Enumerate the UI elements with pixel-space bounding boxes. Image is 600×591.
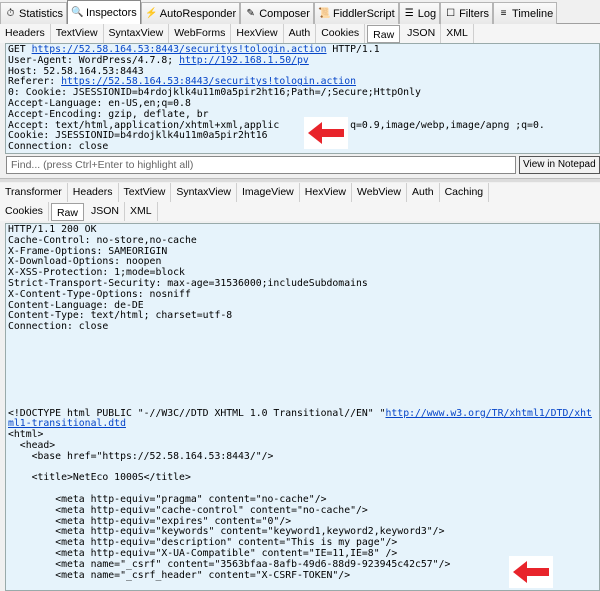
response-tabs-row2: Cookies Raw JSON XML	[0, 202, 600, 221]
splitter[interactable]	[0, 178, 600, 182]
script-icon: 📜	[318, 7, 331, 19]
tab-textview[interactable]: TextView	[119, 183, 172, 202]
tab-label: Timeline	[512, 7, 554, 20]
find-input[interactable]: Find... (press Ctrl+Enter to highlight a…	[6, 156, 516, 174]
tab-label: Filters	[459, 7, 490, 20]
tab-hexview[interactable]: HexView	[231, 24, 284, 43]
tab-log[interactable]: ☰ Log	[398, 2, 441, 24]
tab-syntaxview[interactable]: SyntaxView	[104, 24, 170, 43]
tab-headers[interactable]: Headers	[0, 24, 51, 43]
lightning-icon: ⚡	[145, 7, 158, 19]
request-line: Connection: close	[8, 141, 597, 153]
red-arrow-icon	[304, 117, 348, 149]
url-link[interactable]: https://52.58.164.53:8443/securitys!tolo…	[32, 44, 327, 55]
line-text: Accept-Language: en-US,en;q=0.8	[8, 97, 191, 109]
magnifier-icon: 🔍	[71, 6, 84, 18]
tab-webforms[interactable]: WebForms	[169, 24, 232, 43]
tab-webview[interactable]: WebView	[352, 183, 407, 202]
line-text: Accept: text/html,application/xhtml+xml,…	[8, 119, 545, 131]
tab-transformer[interactable]: Transformer	[0, 183, 68, 202]
tab-hexview[interactable]: HexView	[300, 183, 353, 202]
line-text: Host: 52.58.164.53:8443	[8, 65, 144, 77]
url-link[interactable]: https://52.58.164.53:8443/securitys!tolo…	[61, 76, 356, 87]
pencil-icon: ✎	[246, 7, 255, 19]
tab-label: AutoResponder	[159, 7, 237, 20]
tab-xml[interactable]: XML	[125, 202, 158, 221]
tab-label: Composer	[259, 7, 310, 20]
stopwatch-icon: ⏱	[6, 7, 15, 19]
response-body: <html> <head> <base href="https://52.58.…	[8, 429, 451, 581]
tab-cookies[interactable]: Cookies	[316, 24, 366, 43]
tab-json[interactable]: JSON	[402, 24, 442, 43]
tab-label: Inspectors	[86, 6, 137, 19]
tab-caching[interactable]: Caching	[440, 183, 490, 202]
tab-cookies[interactable]: Cookies	[0, 202, 49, 221]
response-raw-view[interactable]: HTTP/1.1 200 OK Cache-Control: no-store,…	[5, 223, 600, 591]
tab-headers[interactable]: Headers	[68, 183, 119, 202]
line-text: Connection: close	[8, 141, 109, 153]
tab-syntaxview[interactable]: SyntaxView	[171, 183, 237, 202]
line-text: GET	[8, 44, 32, 55]
request-tabs: Headers TextView SyntaxView WebForms HexView…	[0, 24, 600, 43]
response-headers: HTTP/1.1 200 OK Cache-Control: no-store,…	[8, 224, 368, 333]
tab-label: FiddlerScript	[332, 7, 395, 20]
log-icon: ☰	[404, 7, 414, 19]
request-raw-view[interactable]: GET https://52.58.164.53:8443/securitys!…	[5, 43, 600, 154]
doctype-text: <!DOCTYPE html PUBLIC "-//W3C//DTD XHTML…	[8, 407, 386, 419]
tab-statistics[interactable]: ⏱ Statistics	[0, 2, 68, 24]
url-link[interactable]: http://192.168.1.50/pv	[179, 55, 309, 66]
tab-filters[interactable]: ☐ Filters	[440, 2, 494, 24]
tab-inspectors[interactable]: 🔍 Inspectors	[67, 0, 141, 24]
tab-fiddlerscript[interactable]: 📜 FiddlerScript	[313, 2, 399, 24]
tab-auth[interactable]: Auth	[284, 24, 317, 43]
tab-auth[interactable]: Auth	[407, 183, 440, 202]
tab-imageview[interactable]: ImageView	[237, 183, 300, 202]
line-text: 0: Cookie: JSESSIONID=b4rdojklk4u11m0a5p…	[8, 87, 421, 99]
tab-json[interactable]: JSON	[86, 202, 125, 221]
tab-raw[interactable]: Raw	[50, 203, 84, 221]
line-text: HTTP/1.1	[326, 44, 380, 55]
timeline-icon: ≡	[500, 7, 507, 19]
tab-composer[interactable]: ✎ Composer	[240, 2, 314, 24]
view-in-notepad-button[interactable]: View in Notepad	[519, 156, 600, 174]
checkbox-icon: ☐	[446, 7, 456, 19]
red-arrow-icon	[509, 556, 553, 588]
tab-label: Log	[417, 7, 437, 20]
line-text: Accept-Encoding: gzip, deflate, br	[8, 108, 209, 120]
line-text: Cookie: JSESSIONID=b4rdojklk4u11m0a5pir2…	[8, 130, 268, 142]
response-tabs-row1: Transformer Headers TextView SyntaxView Imag…	[0, 183, 600, 202]
line-text: User-Agent: WordPress/4.7.8;	[8, 54, 180, 66]
line-text: Referer:	[8, 76, 62, 88]
tab-timeline[interactable]: ≡ Timeline	[493, 2, 558, 24]
tab-textview[interactable]: TextView	[51, 24, 104, 43]
main-tabs: ⏱ Statistics 🔍 Inspectors ⚡ AutoResponder ✎ Com…	[0, 0, 600, 24]
tab-raw[interactable]: Raw	[367, 25, 401, 43]
tab-xml[interactable]: XML	[441, 24, 474, 43]
tab-label: Statistics	[19, 7, 64, 20]
tab-autoresponder[interactable]: ⚡ AutoResponder	[140, 2, 241, 24]
